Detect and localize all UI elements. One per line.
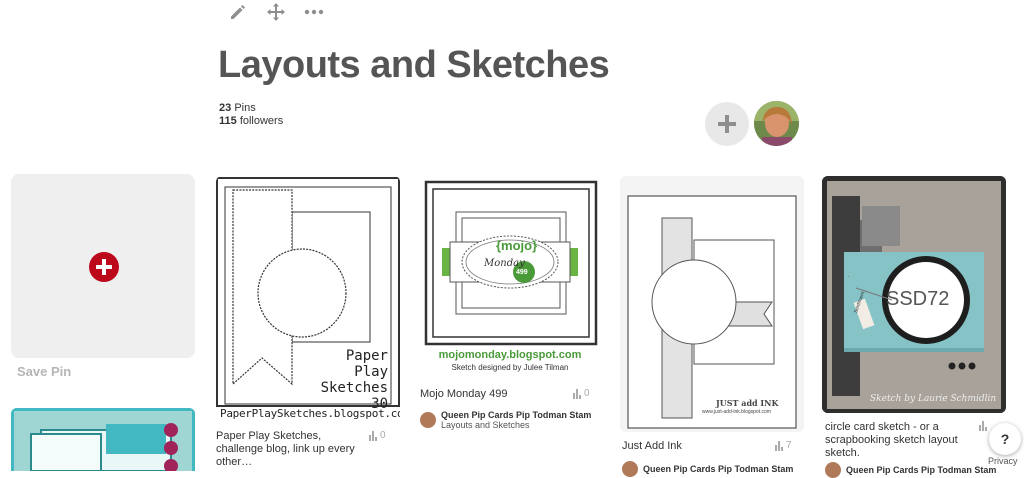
repin-icon xyxy=(979,421,987,431)
pins-count-value: 23 xyxy=(219,102,232,114)
followers-count-value: 115 xyxy=(219,115,237,127)
repin-icon xyxy=(775,441,783,451)
move-arrows-icon[interactable] xyxy=(264,0,288,24)
pins-count-label: Pins xyxy=(234,102,256,114)
pins-count[interactable]: 23 Pins xyxy=(219,102,283,115)
pin-card[interactable]: {mojo} Monday 499 mojomonday.blogspot.co… xyxy=(418,176,602,471)
repin-icon xyxy=(369,431,377,441)
pin-card[interactable]: Paper Play Sketches 30 PaperPlaySketches… xyxy=(216,176,400,471)
image-caption-2: Sketch designed by Julee Tilman xyxy=(451,363,569,372)
save-pin-tile[interactable] xyxy=(11,174,195,358)
board-toolbar xyxy=(226,0,326,24)
pinner-attribution[interactable]: Queen Pip Cards Pip Todman Stam xyxy=(825,462,996,478)
pinner-attribution[interactable]: Queen Pip Cards Pip Todman Stam Layouts … xyxy=(420,410,591,430)
mojo-logo-text: {mojo} xyxy=(496,238,538,253)
image-caption: mojomonday.blogspot.com xyxy=(438,349,582,361)
pin-description: Just Add Ink xyxy=(622,440,682,452)
privacy-link[interactable]: Privacy xyxy=(988,456,1018,466)
board-title: Layouts and Sketches xyxy=(218,44,610,86)
pin-image: {mojo} Monday 499 mojomonday.blogspot.co… xyxy=(418,176,602,379)
pin-image xyxy=(11,408,195,471)
pinner-name: Queen Pip Cards Pip Todman Stam xyxy=(846,465,997,475)
pin-description: Paper Play Sketches, challenge blog, lin… xyxy=(216,430,355,468)
image-text-line: SSD72 xyxy=(886,288,950,310)
pinner-avatar xyxy=(622,461,638,477)
pinner-name: Queen Pip Cards Pip Todman Stam xyxy=(441,410,592,420)
pin-image: JUST add INK www.just-add-ink.blogspot.c… xyxy=(620,176,804,432)
image-text-line: Paper Play xyxy=(345,348,388,380)
owner-avatar[interactable] xyxy=(754,101,799,146)
pinner-avatar xyxy=(420,412,436,428)
image-caption: PaperPlaySketches.blogspot.com xyxy=(220,407,400,420)
pin-card[interactable]: JUST add INK www.just-add-ink.blogspot.c… xyxy=(620,176,804,477)
help-button[interactable]: ? xyxy=(989,423,1021,455)
image-text-line: www.just-add-ink.blogspot.com xyxy=(702,409,771,415)
board-stats: 23 Pins 115 followers xyxy=(219,102,283,128)
image-text-line: JUST add INK xyxy=(716,398,779,408)
repin-value: 0 xyxy=(584,388,590,399)
add-collaborator-button[interactable] xyxy=(705,102,749,146)
pencil-icon[interactable] xyxy=(226,0,250,24)
repin-count: 0 xyxy=(573,388,590,399)
repin-count: 7 xyxy=(775,440,792,451)
pinner-avatar xyxy=(825,462,841,478)
image-text-line: 499 xyxy=(516,269,528,276)
pin-card[interactable]: SSD72 Sentiment Sketch by Laurie Schmidl… xyxy=(822,176,1006,478)
plus-icon xyxy=(718,115,736,133)
pinner-name: Queen Pip Cards Pip Todman Stam xyxy=(643,464,794,474)
followers-count-label: followers xyxy=(239,115,284,127)
followers-count[interactable]: 115 followers xyxy=(219,115,283,128)
pinner-attribution[interactable]: Queen Pip Cards Pip Todman Stam xyxy=(622,461,793,477)
pin-image: Paper Play Sketches 30 PaperPlaySketches… xyxy=(216,176,400,422)
pin-image: SSD72 Sentiment Sketch by Laurie Schmidl… xyxy=(822,176,1006,413)
pin-description: Mojo Monday 499 xyxy=(420,388,508,400)
repin-value: 0 xyxy=(380,430,386,441)
image-text-line: Sketch by Laurie Schmidlin xyxy=(870,394,997,404)
more-dots-icon[interactable] xyxy=(302,0,326,24)
repin-count: 0 xyxy=(369,430,386,441)
repin-icon xyxy=(573,389,581,399)
save-pin-label: Save Pin xyxy=(17,364,72,379)
repin-count xyxy=(979,421,990,431)
pin-description: circle card sketch - or a scrapbooking s… xyxy=(825,421,958,459)
repin-value: 7 xyxy=(786,440,792,451)
image-text-line: Sketches xyxy=(320,380,388,396)
pin-card-partial[interactable] xyxy=(11,408,195,471)
image-text-line: Monday xyxy=(484,258,525,269)
add-pin-icon xyxy=(89,252,119,282)
pinner-board: Layouts and Sketches xyxy=(441,420,530,430)
